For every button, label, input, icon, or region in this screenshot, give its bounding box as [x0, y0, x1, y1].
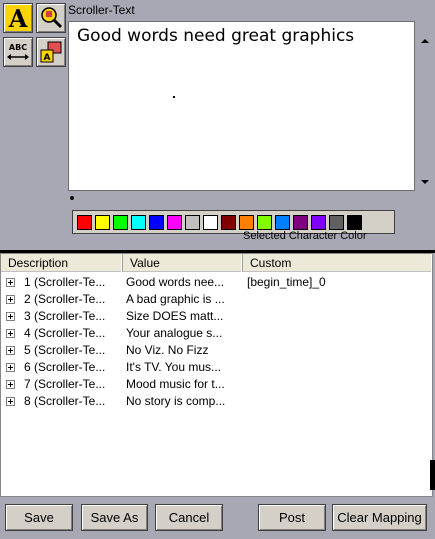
save-as-button[interactable]: Save As	[81, 504, 148, 531]
text-color-image-icon: A	[40, 41, 62, 63]
row-description: 7 (Scroller-Te...	[24, 377, 106, 391]
column-header-description[interactable]: Description	[1, 254, 123, 272]
text-width-icon: ABC	[7, 43, 29, 60]
table-row[interactable]: 4 (Scroller-Te... Your analogue s...	[1, 325, 432, 342]
text-color-image-button[interactable]: A	[36, 37, 66, 67]
row-value: Size DOES matt...	[126, 309, 224, 323]
row-custom: [begin_time]_0	[247, 275, 326, 289]
cursor-marker	[173, 96, 175, 98]
zoom-text-button[interactable]	[36, 3, 66, 33]
color-swatch[interactable]	[347, 214, 362, 230]
svg-text:ABC: ABC	[9, 43, 27, 52]
row-description: 1 (Scroller-Te...	[24, 275, 106, 289]
text-style-button[interactable]: A	[3, 3, 33, 33]
scroll-up-icon[interactable]	[421, 39, 429, 43]
row-description: 3 (Scroller-Te...	[24, 309, 106, 323]
save-button[interactable]: Save	[5, 504, 73, 531]
cancel-button[interactable]: Cancel	[155, 504, 223, 531]
mapping-table: Description Value Custom 1 (Scroller-Te.…	[0, 253, 433, 497]
zoom-text-icon	[41, 7, 63, 29]
row-value: A bad graphic is ...	[126, 292, 225, 306]
row-description: 2 (Scroller-Te...	[24, 292, 106, 306]
row-description: 6 (Scroller-Te...	[24, 360, 106, 374]
scroll-left-icon[interactable]	[70, 196, 74, 200]
column-header-value[interactable]: Value	[123, 254, 243, 272]
row-value: Good words nee...	[126, 275, 225, 289]
color-swatch[interactable]	[185, 214, 200, 230]
color-swatch[interactable]	[221, 214, 236, 230]
table-row[interactable]: 6 (Scroller-Te... It's TV. You mus...	[1, 359, 432, 376]
table-row[interactable]: 1 (Scroller-Te... Good words nee... [begin…	[1, 274, 432, 291]
row-value: It's TV. You mus...	[126, 360, 222, 374]
text-width-button[interactable]: ABC	[3, 37, 33, 67]
scroll-down-icon[interactable]	[421, 180, 429, 184]
editor-horizontal-scrollbar[interactable]	[68, 192, 415, 206]
expand-icon[interactable]	[6, 346, 15, 355]
table-header: Description Value Custom	[1, 254, 432, 272]
color-swatch[interactable]	[77, 214, 92, 230]
row-value: No story is comp...	[126, 394, 226, 408]
svg-text:A: A	[44, 53, 51, 63]
color-swatch[interactable]	[329, 214, 344, 230]
table-row[interactable]: 8 (Scroller-Te... No story is comp...	[1, 393, 432, 410]
color-swatch[interactable]	[131, 214, 146, 230]
editor-title: Scroller-Text	[68, 3, 135, 17]
table-row[interactable]: 3 (Scroller-Te... Size DOES matt...	[1, 308, 432, 325]
expand-icon[interactable]	[6, 363, 15, 372]
editor-vertical-scrollbar[interactable]	[416, 21, 435, 191]
window-edge	[430, 460, 435, 490]
expand-icon[interactable]	[6, 380, 15, 389]
color-swatch[interactable]	[239, 214, 254, 230]
expand-icon[interactable]	[6, 295, 15, 304]
table-row[interactable]: 2 (Scroller-Te... A bad graphic is ...	[1, 291, 432, 308]
color-swatch[interactable]	[311, 214, 326, 230]
color-swatch[interactable]	[167, 214, 182, 230]
row-value: No Viz. No Fizz	[126, 343, 209, 357]
color-swatch[interactable]	[275, 214, 290, 230]
action-bar: Save Save As Cancel Post Clear Mapping	[0, 499, 435, 539]
expand-icon[interactable]	[6, 397, 15, 406]
expand-icon[interactable]	[6, 312, 15, 321]
color-swatch[interactable]	[257, 214, 272, 230]
color-swatch[interactable]	[203, 214, 218, 230]
text-editor[interactable]: Good words need great graphics	[68, 21, 415, 191]
color-swatch[interactable]	[95, 214, 110, 230]
expand-icon[interactable]	[6, 329, 15, 338]
color-swatch[interactable]	[113, 214, 128, 230]
expand-icon[interactable]	[6, 278, 15, 287]
clear-mapping-button[interactable]: Clear Mapping	[332, 504, 427, 531]
selected-color-label: Selected Character Color	[243, 230, 367, 242]
table-row[interactable]: 7 (Scroller-Te... Mood music for t...	[1, 376, 432, 393]
post-button[interactable]: Post	[258, 504, 326, 531]
row-description: 5 (Scroller-Te...	[24, 343, 106, 357]
row-value: Your analogue s...	[126, 326, 223, 340]
color-swatch[interactable]	[149, 214, 164, 230]
row-description: 4 (Scroller-Te...	[24, 326, 106, 340]
table-row[interactable]: 5 (Scroller-Te... No Viz. No Fizz	[1, 342, 432, 359]
color-swatch[interactable]	[293, 214, 308, 230]
column-header-custom[interactable]: Custom	[243, 254, 432, 272]
editor-content[interactable]: Good words need great graphics	[77, 26, 354, 46]
row-description: 8 (Scroller-Te...	[24, 394, 106, 408]
svg-text:A: A	[8, 5, 28, 31]
text-style-icon: A	[5, 5, 31, 31]
row-value: Mood music for t...	[126, 377, 225, 391]
